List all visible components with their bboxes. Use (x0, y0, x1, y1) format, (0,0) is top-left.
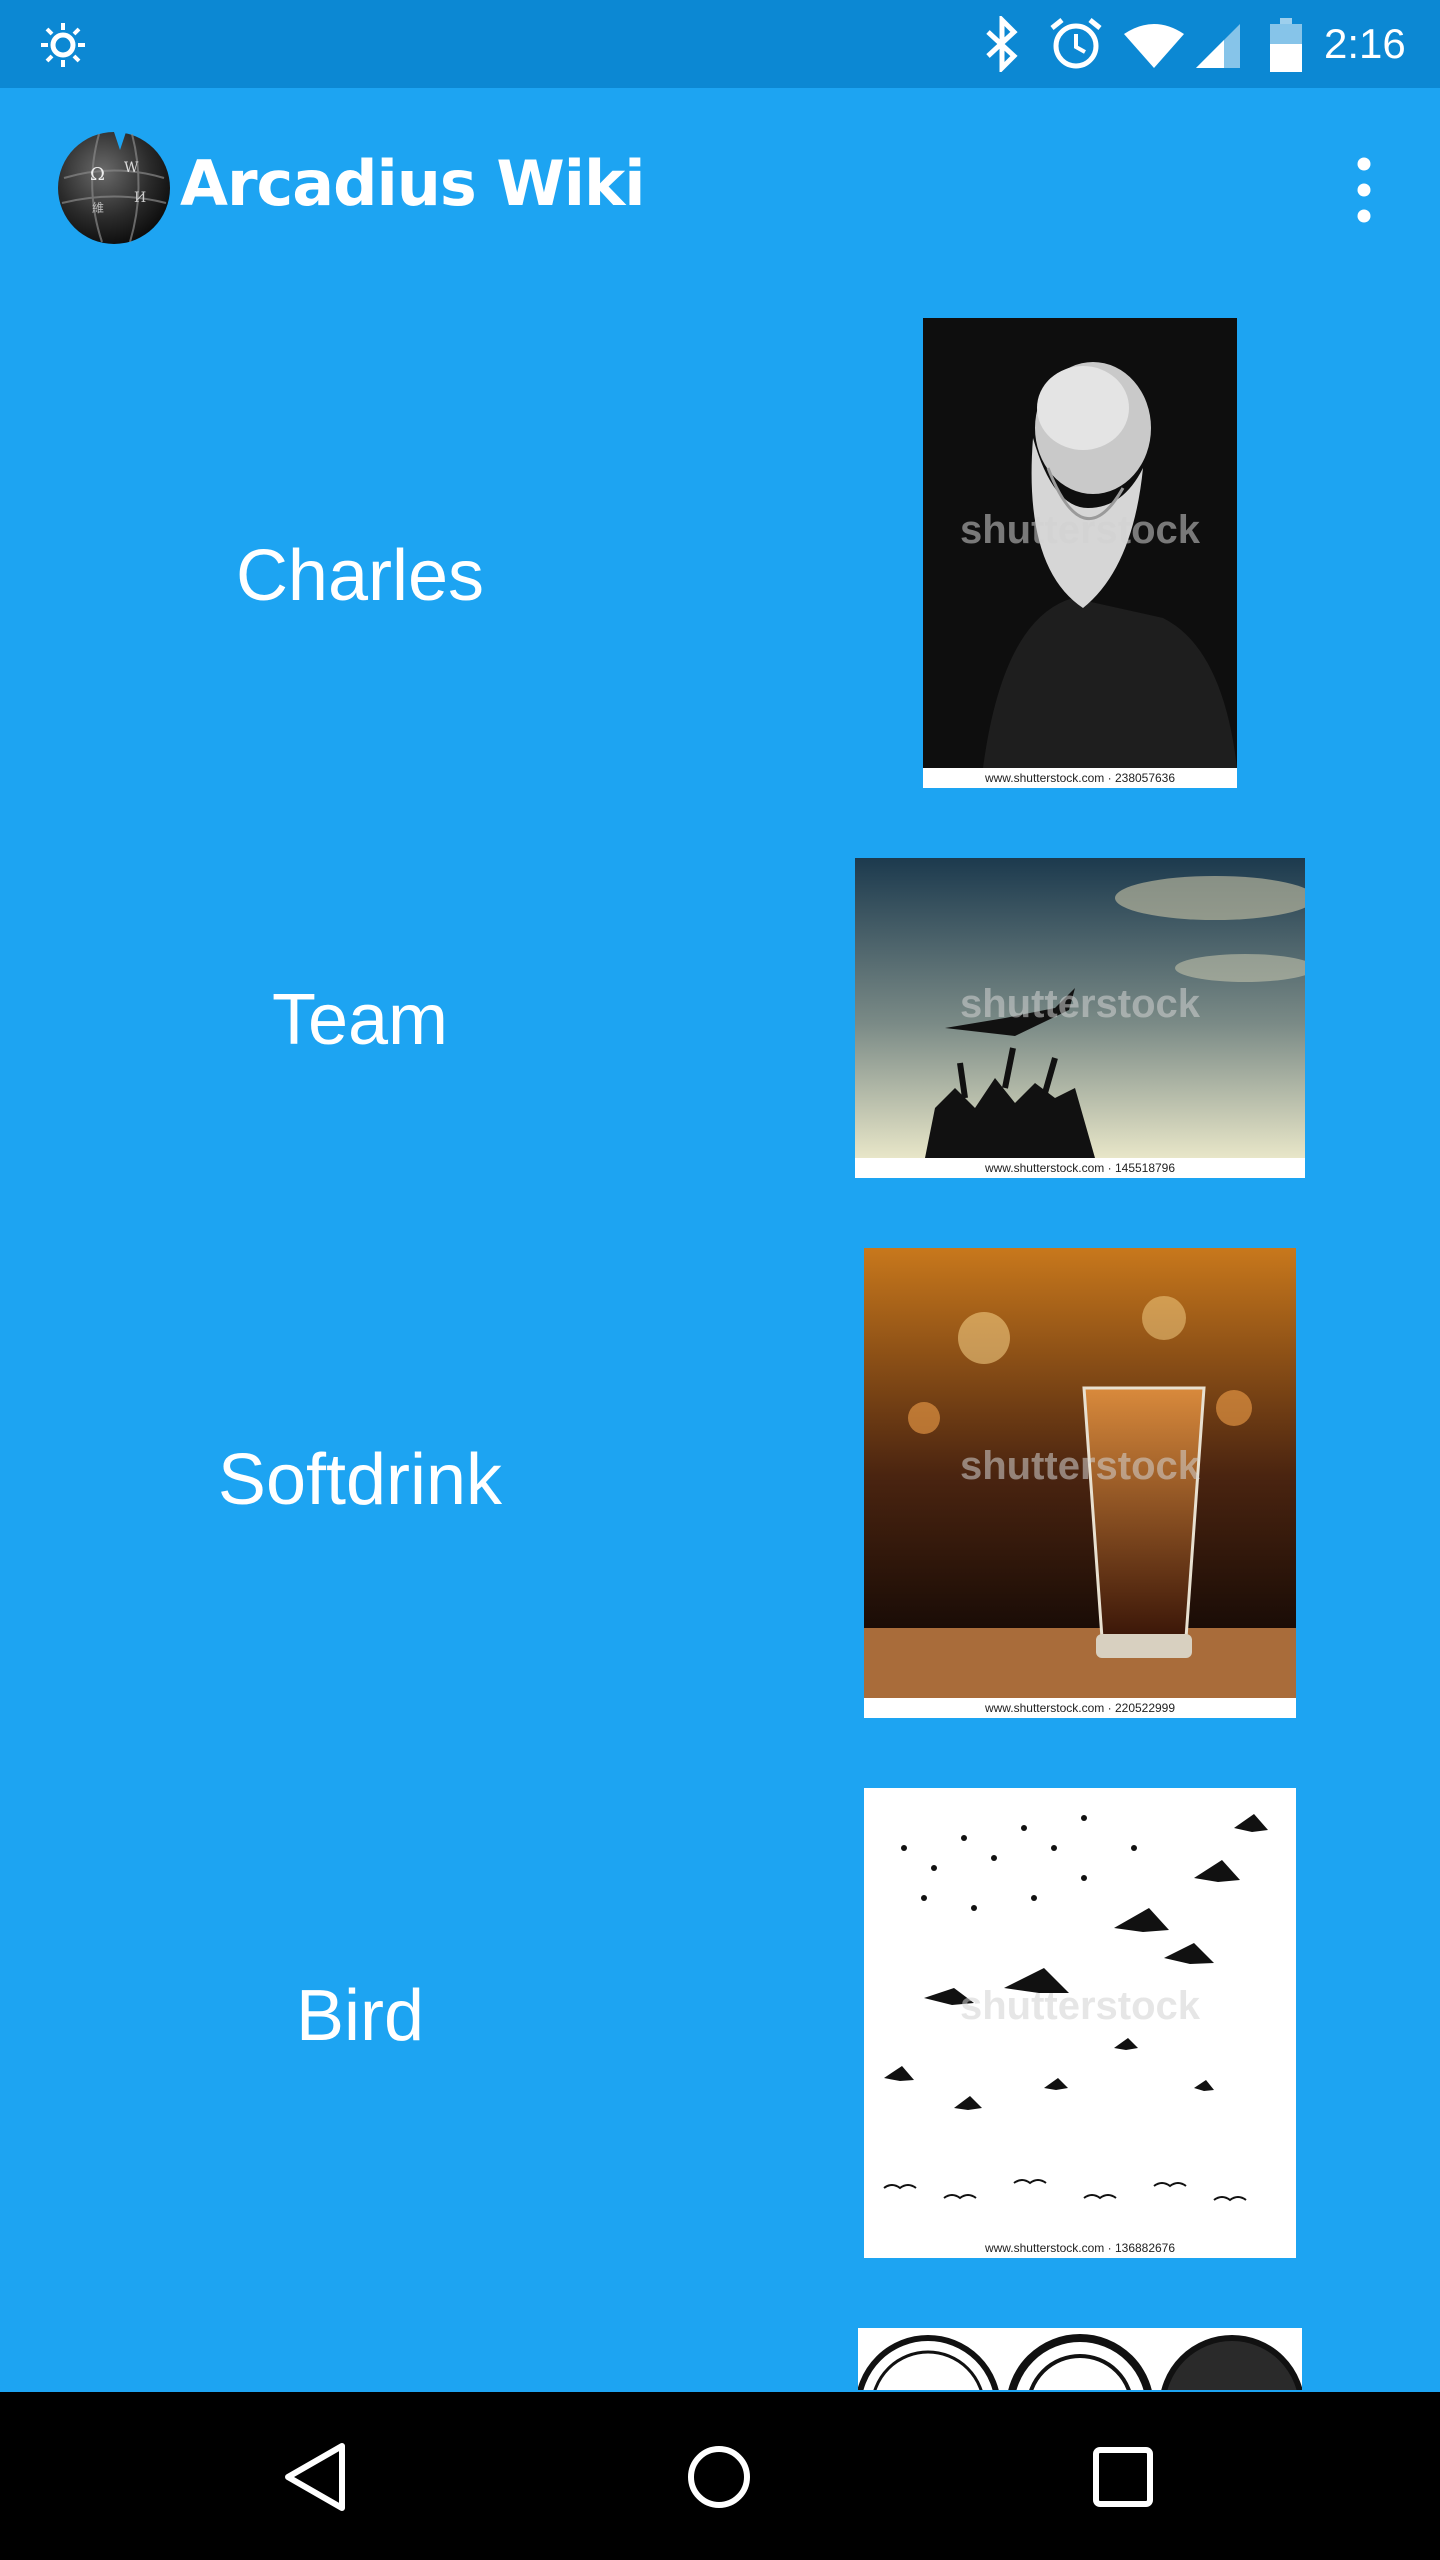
home-icon[interactable] (674, 2432, 764, 2522)
watermark: shutterstock (959, 1984, 1201, 2028)
list-item-label: Charles (235, 536, 485, 616)
app-title: Arcadius Wiki (180, 147, 646, 220)
wifi-icon (1124, 24, 1184, 68)
list-item[interactable]: Team shutterstock www.shutterstock.com ·… (0, 858, 1440, 1178)
list-item[interactable]: Charles shutterstock www.shutterstock.co… (0, 318, 1440, 788)
list-item-image[interactable]: shutterstock www.shutterstock.com · 1455… (855, 858, 1305, 1178)
image-credit: www.shutterstock.com · 145518796 (855, 1158, 1305, 1178)
status-bar: 2:16 (0, 0, 1440, 88)
bluetooth-icon (986, 16, 1018, 72)
wikipedia-globe-logo: Ω W И 維 (58, 132, 170, 244)
image-credit: www.shutterstock.com · 238057636 (923, 768, 1237, 788)
watermark: shutterstock (959, 1444, 1201, 1488)
watermark: shutterstock (959, 508, 1201, 552)
clock: 2:16 (1324, 20, 1406, 67)
watermark: shutterstock (959, 982, 1201, 1026)
list-item[interactable]: Bird shutterstock www.shutterstock.com ·… (0, 1788, 1440, 2258)
navigation-bar (0, 2392, 1440, 2560)
svg-text:И: И (134, 190, 146, 206)
list-item-label: Bird (295, 1976, 425, 2056)
brightness-icon (41, 23, 85, 67)
svg-text:Ω: Ω (90, 164, 105, 185)
battery-icon (1270, 18, 1302, 72)
list-item-label: Team (271, 980, 449, 1060)
list-item-image[interactable]: shutterstock www.shutterstock.com · 2205… (864, 1248, 1296, 1718)
list-item-image[interactable] (858, 2328, 1302, 2390)
svg-text:W: W (124, 160, 139, 176)
wiki-list: Charles shutterstock www.shutterstock.co… (0, 300, 1440, 2390)
alarm-icon (1050, 18, 1102, 69)
image-credit: www.shutterstock.com · 136882676 (864, 2238, 1296, 2258)
list-item[interactable]: Softdrink shutterstock www.shutterstock.… (0, 1248, 1440, 1718)
recents-icon[interactable] (1078, 2432, 1168, 2522)
overflow-menu-icon[interactable] (1334, 150, 1394, 230)
svg-text:維: 維 (92, 201, 104, 215)
list-item-label: Softdrink (217, 1440, 503, 1520)
cell-signal-icon (1196, 24, 1240, 68)
image-credit: www.shutterstock.com · 220522999 (864, 1698, 1296, 1718)
list-item[interactable] (0, 2328, 1440, 2390)
list-item-image[interactable]: shutterstock www.shutterstock.com · 2380… (923, 318, 1237, 788)
list-item-image[interactable]: shutterstock www.shutterstock.com · 1368… (864, 1788, 1296, 2258)
back-icon[interactable] (270, 2432, 360, 2522)
app-bar: Ω W И 維 Arcadius Wiki (0, 88, 1440, 278)
